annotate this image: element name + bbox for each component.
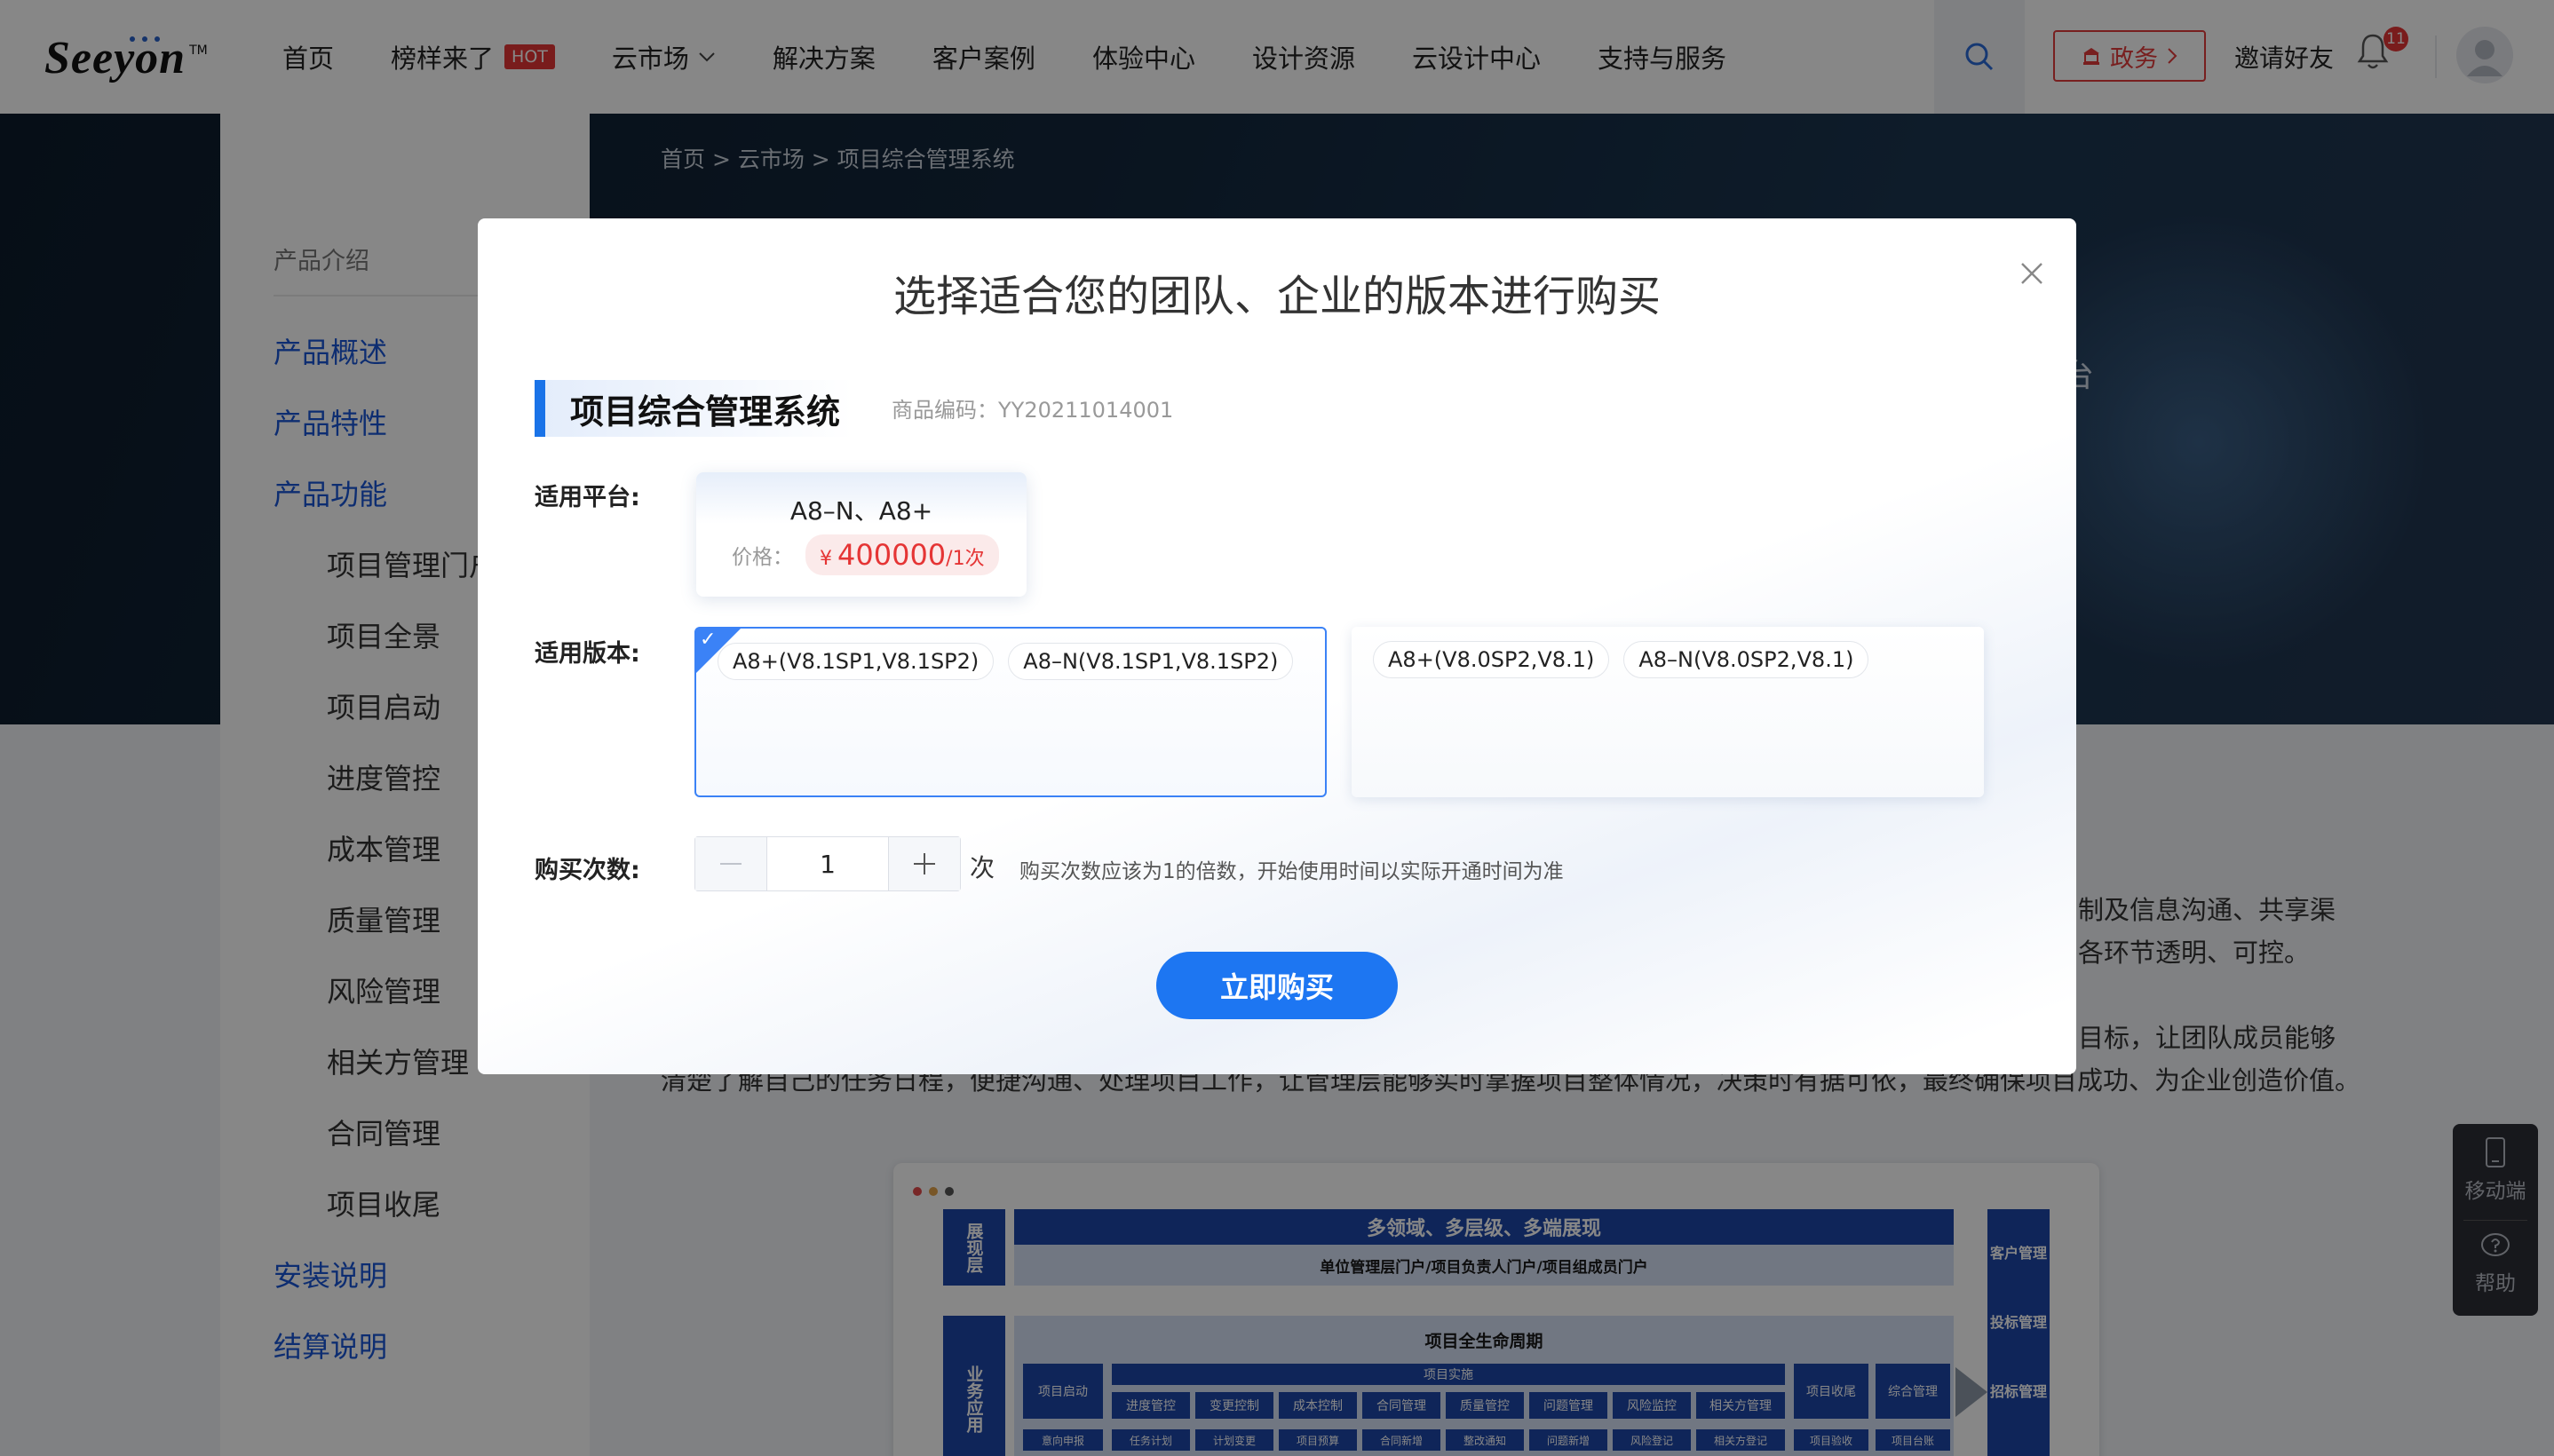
version-tags: A8+(V8.1SP1,V8.1SP2) A8–N(V8.1SP1,V8.1SP…: [718, 643, 1294, 680]
version-tags: A8+(V8.0SP2,V8.1) A8–N(V8.0SP2,V8.1): [1373, 641, 1869, 678]
platform-card[interactable]: A8–N、A8+ 价格： ¥ 400000 /1次: [696, 472, 1027, 597]
price-currency: ¥: [820, 548, 832, 570]
count-label: 购买次数:: [535, 857, 640, 884]
plus-icon: [914, 853, 935, 874]
quantity-stepper: 1: [694, 836, 961, 891]
version-tag: A8–N(V8.0SP2,V8.1): [1623, 641, 1869, 678]
version-tag: A8–N(V8.1SP1,V8.1SP2): [1008, 643, 1294, 680]
product-name: 项目综合管理系统: [545, 380, 853, 437]
version-tag: A8+(V8.0SP2,V8.1): [1373, 641, 1610, 678]
version-option[interactable]: A8+(V8.0SP2,V8.1) A8–N(V8.0SP2,V8.1): [1352, 627, 1984, 797]
minus-icon: [720, 863, 742, 865]
price-pill: ¥ 400000 /1次: [805, 534, 999, 575]
platform-label: 适用平台:: [535, 484, 640, 511]
version-label: 适用版本:: [535, 640, 640, 668]
product-code: 商品编码：YY20211014001: [892, 398, 1174, 423]
purchase-modal: 选择适合您的团队、企业的版本进行购买 项目综合管理系统 商品编码：YY20211…: [478, 218, 2076, 1074]
product-heading-bar: [535, 380, 545, 437]
price-label: 价格：: [732, 546, 793, 569]
close-button[interactable]: [2014, 256, 2050, 291]
price-value: 400000: [837, 538, 947, 572]
close-icon: [2021, 263, 2042, 284]
quantity-input[interactable]: 1: [766, 837, 889, 890]
check-icon: ✓: [700, 629, 717, 651]
product-heading: 项目综合管理系统: [535, 380, 853, 437]
version-option-selected[interactable]: ✓ A8+(V8.1SP1,V8.1SP2) A8–N(V8.1SP1,V8.1…: [694, 627, 1327, 797]
price-row: 价格： ¥ 400000 /1次: [732, 534, 999, 575]
decrement-button[interactable]: [695, 837, 766, 890]
buy-now-button[interactable]: 立即购买: [1156, 952, 1398, 1019]
version-tag: A8+(V8.1SP1,V8.1SP2): [718, 643, 995, 680]
count-hint: 购买次数应该为1的倍数，开始使用时间以实际开通时间为准: [1019, 860, 1564, 883]
modal-title: 选择适合您的团队、企业的版本进行购买: [892, 272, 1661, 321]
increment-button[interactable]: [889, 837, 960, 890]
price-unit: /1次: [946, 548, 985, 570]
count-unit: 次: [970, 853, 995, 882]
platform-name: A8–N、A8+: [789, 496, 933, 526]
